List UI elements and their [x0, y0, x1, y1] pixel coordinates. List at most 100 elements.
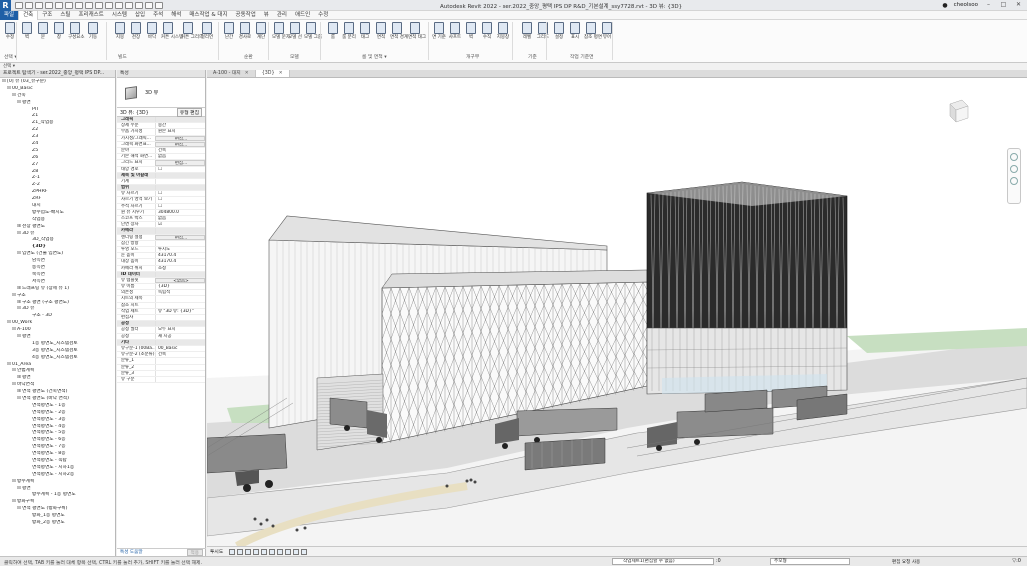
measure-icon[interactable] [75, 1, 83, 9]
tree-item[interactable]: ⊟구조 [0, 293, 115, 300]
tree-item[interactable]: Z1_작업용 [0, 120, 115, 127]
property-value[interactable]: 독립적 [155, 290, 205, 296]
ribbon-tab-8[interactable]: 해석 [167, 11, 185, 20]
tree-item[interactable]: ⊞구조 평면 (구조 평면도) [0, 300, 115, 307]
ribbon-tool-button[interactable]: 면 기준 [432, 22, 446, 40]
ribbon-tool-button[interactable]: 샤프트 [448, 22, 462, 40]
section-icon[interactable] [125, 1, 133, 9]
crop-icon[interactable] [261, 548, 268, 555]
tree-item[interactable]: 3D_작업용 [0, 237, 115, 244]
edit-type-button[interactable]: 유형 편집 [176, 107, 202, 117]
property-value[interactable]: {3D} [155, 284, 205, 290]
property-value[interactable] [155, 321, 205, 327]
ribbon-tab-14[interactable]: 수정 [314, 11, 332, 20]
tree-item[interactable]: ZRF [0, 196, 115, 203]
tree-item[interactable]: ⊟바닥면적 [0, 382, 115, 389]
ribbon-tool-button[interactable]: 레벨 [520, 22, 534, 40]
property-value[interactable]: ☐ [155, 166, 205, 172]
dimension-icon[interactable] [85, 1, 93, 9]
sync-icon[interactable] [35, 1, 43, 9]
tree-item[interactable]: ⊟방화구획 [0, 499, 115, 506]
ribbon-tool-button[interactable]: 커튼 시스템 [161, 22, 183, 40]
ribbon-tool-button[interactable]: 벽 [20, 22, 34, 40]
tree-item[interactable]: 동측면 [0, 265, 115, 272]
ribbon-tool-button[interactable]: 멀리언 [200, 22, 214, 40]
ribbon-group-label[interactable]: 선택 ▾ [4, 53, 17, 60]
close-icon[interactable]: ✕ [1014, 1, 1023, 9]
property-value[interactable] [155, 358, 205, 364]
show-crop-icon[interactable] [269, 548, 276, 555]
save-icon[interactable] [25, 1, 33, 9]
ribbon-tool-button[interactable]: 계단 [254, 22, 268, 40]
ribbon-tab-12[interactable]: 관리 [273, 11, 291, 20]
property-value[interactable]: <없음> [155, 277, 205, 284]
print-icon[interactable] [65, 1, 73, 9]
ribbon-group-label[interactable]: 개구부 [466, 53, 479, 60]
property-value[interactable]: 새 시공 [155, 333, 205, 339]
ribbon-tab-10[interactable]: 공동작업 [232, 11, 260, 20]
tree-item[interactable]: ⊟면적 평면도 (바닥 면적) [0, 396, 115, 403]
tree-item[interactable]: ⊟3D 뷰 [0, 231, 115, 238]
ribbon-tool-button[interactable]: 면적 [374, 22, 388, 40]
ribbon-tab-13[interactable]: 애드인 [291, 11, 314, 20]
tree-item[interactable]: ⊟면적 평면도 (방화구획) [0, 506, 115, 513]
property-value[interactable]: ☐ [155, 197, 205, 203]
ribbon-tool-button[interactable]: 그리드 [536, 22, 550, 40]
shadows-icon[interactable] [237, 548, 244, 555]
ribbon-tool-button[interactable]: 경사로 [238, 22, 252, 40]
tree-item[interactable]: ⊟A-100 [0, 327, 115, 334]
ribbon-tool-button[interactable]: 면적 경계 [390, 22, 408, 40]
maximize-icon[interactable]: □ [999, 1, 1008, 9]
thin-lines-icon[interactable] [135, 1, 143, 9]
tree-item[interactable]: 면적평면도 - 8층 [0, 451, 115, 458]
close-tab-icon[interactable]: ✕ [245, 71, 249, 76]
view-tab[interactable]: A-100 - 대지 ✕ [207, 70, 256, 77]
property-value[interactable]: ☐ [155, 203, 205, 209]
ribbon-tab-7[interactable]: 주석 [149, 11, 167, 20]
property-value[interactable] [155, 185, 205, 191]
tree-item[interactable]: Z8 [0, 169, 115, 176]
ribbon-group-label[interactable]: 룸 및 면적 ▾ [362, 53, 387, 60]
tree-item[interactable]: 면적평면도 - 6층 [0, 437, 115, 444]
tree-item[interactable]: 면적평면도 - 2층 [0, 410, 115, 417]
ribbon-tool-button[interactable]: 바닥 [145, 22, 159, 40]
property-value[interactable]: 원본 표시 [155, 129, 205, 135]
tree-item[interactable]: Z5 [0, 148, 115, 155]
tree-item[interactable]: ⊟건축 [0, 93, 115, 100]
undo-icon[interactable] [45, 1, 53, 9]
property-value[interactable]: 모두 표시 [155, 327, 205, 333]
ribbon-group-label[interactable]: 기준 [528, 53, 537, 60]
property-value[interactable]: 43170.4 [155, 259, 205, 265]
tree-item[interactable]: {3D} [0, 244, 115, 251]
tree-item[interactable]: ⊟방수계획 [0, 479, 115, 486]
tree-item[interactable]: 북측면 [0, 272, 115, 279]
property-value[interactable] [155, 315, 205, 321]
ribbon-tool-button[interactable]: 모델 문자 [272, 22, 290, 40]
tree-item[interactable]: ⊞평면 [0, 375, 115, 382]
tree-item[interactable]: ⊟3D 뷰 [0, 306, 115, 313]
property-value[interactable] [155, 370, 205, 376]
ribbon-tab-4[interactable]: 프리캐스트 [75, 11, 108, 20]
property-value[interactable]: 없음 [155, 154, 205, 160]
tree-item[interactable]: ⊞천장 평면도 [0, 224, 115, 231]
property-value[interactable]: ☑ [155, 222, 205, 228]
tree-item[interactable]: 구조 - 3D [0, 313, 115, 320]
property-value[interactable]: ☐ [155, 191, 205, 197]
ribbon-tool-button[interactable]: 면적 태그 [408, 22, 426, 40]
property-value[interactable] [155, 271, 205, 277]
select-dropdown[interactable]: 선택 ▾ [0, 63, 1027, 70]
view-tab[interactable]: {3D} ✕ [255, 70, 290, 77]
tree-item[interactable]: Z3 [0, 134, 115, 141]
tree-item[interactable]: 방화_1층 평면도 [0, 513, 115, 520]
ribbon-tab-5[interactable]: 시스템 [108, 11, 131, 20]
ribbon-tool-button[interactable]: 천장 [129, 22, 143, 40]
tree-item[interactable]: 방수업도-배치도 [0, 210, 115, 217]
property-value[interactable] [155, 240, 205, 246]
property-value[interactable]: 투시도 [155, 246, 205, 253]
property-value[interactable] [155, 376, 205, 383]
ribbon-tool-button[interactable]: 구성요소 [68, 22, 85, 40]
tree-item[interactable]: ⊞드래프팅 뷰 (상세 뷰 1) [0, 286, 115, 293]
close-tab-icon[interactable]: ✕ [279, 71, 283, 76]
tree-item[interactable]: ⊞면적 평면도 (건축면적) [0, 389, 115, 396]
type-selector[interactable]: 3D 뷰 [117, 78, 205, 108]
